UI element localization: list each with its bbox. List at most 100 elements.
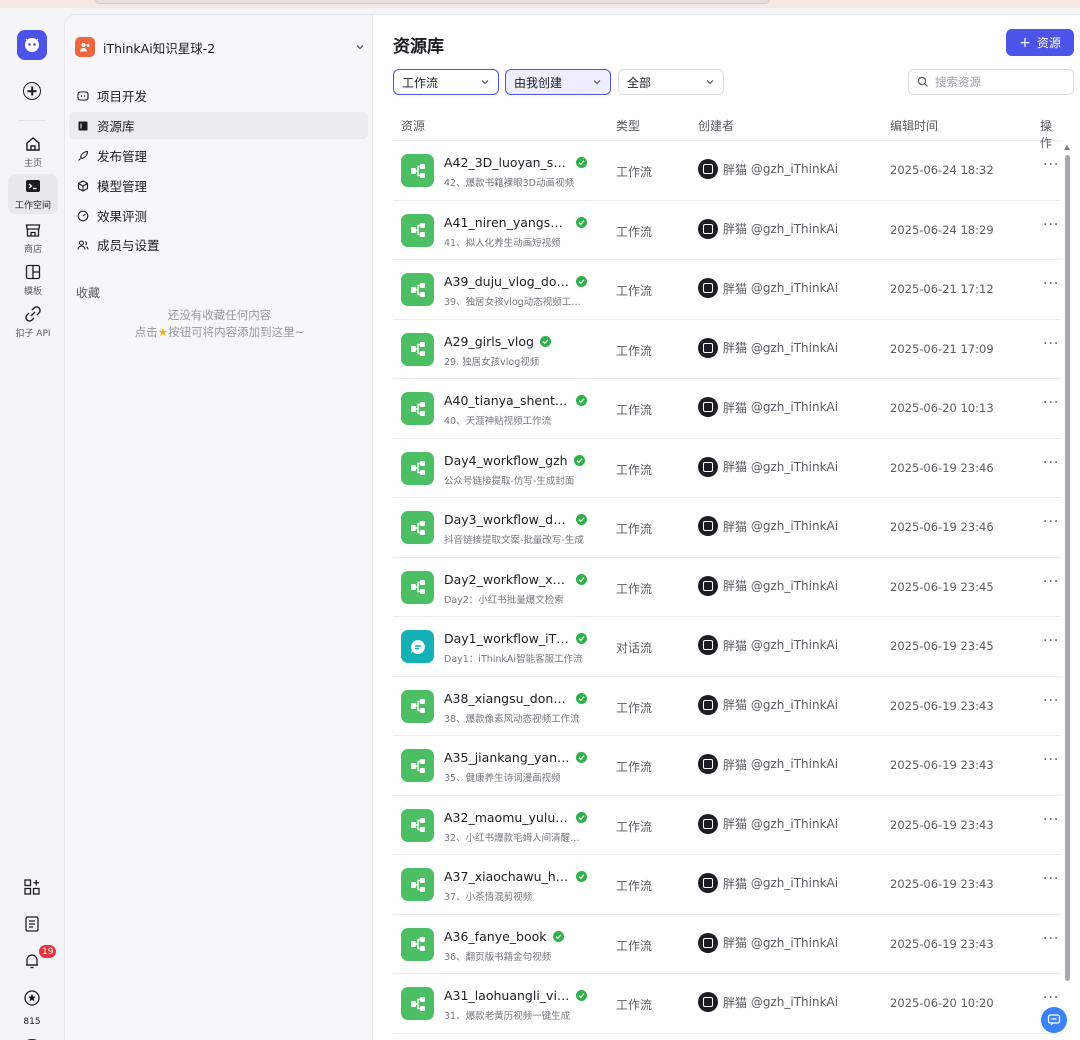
resource-table: A42_3D_luoyan_shujia_workflow 42、爆款书籍裸眼3D… <box>393 141 1061 1034</box>
more-actions-icon[interactable]: ··· <box>1043 693 1059 709</box>
more-actions-icon[interactable]: ··· <box>1043 812 1059 828</box>
apps-grid-icon[interactable] <box>23 878 41 896</box>
verified-check-icon <box>576 276 587 287</box>
table-row[interactable]: Day4_workflow_gzh 公众号链接提取-仿写-生成封面 工作流 胖猫 @g… <box>393 439 1061 498</box>
table-row[interactable]: A29_girls_vlog 29. 独居女孩vlog视频 工作流 胖猫 @gzh_i… <box>393 320 1061 379</box>
resource-description: 31、爆款老黄历视频一键生成 <box>444 1011 571 1022</box>
verified-check-icon <box>573 454 585 466</box>
nav-item-projects[interactable]: 项目开发 <box>69 82 368 109</box>
table-row[interactable]: Day3_workflow_dy_copy 抖音链接提取文案-批量改写-生成 工作流… <box>393 498 1061 558</box>
more-actions-icon[interactable]: ··· <box>1043 871 1059 887</box>
rocket-icon <box>78 150 89 161</box>
more-actions-icon[interactable]: ··· <box>1043 217 1059 233</box>
creator-name: 胖猫 <box>723 222 748 236</box>
table-row[interactable]: A41_niren_yangsheng_workflow 41、拟人化养生动画短视… <box>393 201 1061 260</box>
more-actions-icon[interactable]: ··· <box>1043 514 1059 530</box>
rail-item-store[interactable]: 商店 <box>8 218 58 258</box>
resource-type: 工作流 <box>616 165 653 179</box>
type-filter-select[interactable]: 工作流 <box>393 69 499 95</box>
table-row[interactable]: A39_duju_vlog_dongtai_workflow 39、独居女孩vlo… <box>393 260 1061 320</box>
rail-item-workspace[interactable]: 工作空间 <box>8 174 58 214</box>
verified-check-icon <box>576 811 587 823</box>
table-row[interactable]: A40_tianya_shentie_workflow 40、天涯神贴视频工作流 工… <box>393 379 1061 439</box>
table-row[interactable]: A35_jiankang_yangsheng_workflow 35、健康养生诗词… <box>393 736 1061 796</box>
points-star-icon[interactable] <box>23 989 41 1007</box>
more-actions-icon[interactable]: ··· <box>1043 633 1059 649</box>
resource-description: 38、爆款像素风动态视频工作流 <box>444 713 580 725</box>
nav-item-members[interactable]: 成员与设置 <box>69 231 368 258</box>
document-icon[interactable] <box>23 915 41 933</box>
creator-name: 胖猫 <box>723 638 748 653</box>
resource-type: 工作流 <box>616 879 653 893</box>
more-actions-icon[interactable]: ··· <box>1043 574 1059 590</box>
edit-time: 2025-06-19 23:46 <box>890 460 994 475</box>
rail-item-api[interactable]: 扣子 API <box>8 302 58 342</box>
creator-handle: @gzh_iThinkAi <box>750 995 839 1009</box>
edit-time: 2025-06-24 18:29 <box>890 222 994 237</box>
resource-name-text: A32_maomu_yulu_tuwen <box>444 809 570 825</box>
more-actions-icon[interactable]: ··· <box>1043 752 1059 768</box>
creator: 胖猫 @gzh_iThinkAi <box>698 694 838 715</box>
table-row[interactable]: A37_xiaochawu_hunjian 37、小茶悟混剪视频 工作流 胖猫 @gz… <box>393 855 1061 915</box>
nav-label: 资源库 <box>97 119 135 134</box>
resource-type: 工作流 <box>616 760 653 774</box>
rail-item-templates[interactable]: 模板 <box>8 260 58 300</box>
creator-avatar <box>698 813 718 834</box>
resource-description: 36、翻页版书籍金句视频 <box>444 951 552 963</box>
resource-type: 工作流 <box>616 462 653 477</box>
rail-label: 扣子 API <box>15 329 51 339</box>
table-row[interactable]: A32_maomu_yulu_tuwen 32、小红书爆款毛姆人间清醒语录 工作流 胖… <box>393 796 1061 855</box>
resource-name-text: A41_niren_yangsheng_workflow <box>444 214 570 230</box>
more-actions-icon[interactable]: ··· <box>1043 931 1059 947</box>
table-row[interactable]: Day2_workflow_xhs_search Day2：小红书批量爆文检索 工作… <box>393 558 1061 617</box>
scroll-up-icon[interactable] <box>1064 145 1070 150</box>
edit-time: 2025-06-24 18:32 <box>890 163 994 177</box>
resource-name: A29_girls_vlog <box>444 334 551 349</box>
home-icon <box>26 137 40 151</box>
resource-name: Day1_workflow_iThinkAi <box>444 631 587 646</box>
search-box[interactable] <box>908 69 1074 95</box>
nav-item-publish[interactable]: 发布管理 <box>69 142 368 169</box>
creator-name: 胖猫 <box>723 400 748 415</box>
rail-divider <box>18 120 46 121</box>
space-selector[interactable]: iThinkAi知识星球-2 <box>75 33 365 61</box>
creator-avatar <box>698 932 718 953</box>
table-row[interactable]: Day1_workflow_iThinkAi Day1：iThinkAi智能客服工… <box>393 617 1061 677</box>
more-actions-icon[interactable]: ··· <box>1043 157 1059 173</box>
search-input[interactable] <box>935 75 1065 89</box>
rail-item-home[interactable]: 主页 <box>8 132 58 172</box>
creator: 胖猫 @gzh_iThinkAi <box>698 754 838 774</box>
creator: 胖猫 @gzh_iThinkAi <box>698 575 838 596</box>
resource-name: A35_jiankang_yangsheng_workflow <box>444 750 587 765</box>
verified-check-icon <box>576 692 587 704</box>
chevron-down-icon <box>706 80 714 85</box>
more-actions-icon[interactable]: ··· <box>1043 455 1059 471</box>
more-actions-icon[interactable]: ··· <box>1043 395 1059 411</box>
workflow-icon <box>401 868 434 901</box>
table-row[interactable]: A31_laohuangli_video 31、爆款老黄历视频一键生成 工作流 胖猫 … <box>393 974 1061 1034</box>
table-row[interactable]: A38_xiangsu_dongtai_workflow 38、爆款像素风动态视频… <box>393 677 1061 736</box>
create-plus-icon[interactable] <box>23 82 41 100</box>
workflow-icon <box>401 332 434 366</box>
owner-filter-select[interactable]: 由我创建 <box>505 69 611 95</box>
table-row[interactable]: A42_3D_luoyan_shujia_workflow 42、爆款书籍裸眼3D… <box>393 141 1061 201</box>
add-resource-button[interactable]: + 资源 <box>1006 29 1074 56</box>
chevron-down-icon <box>356 45 364 50</box>
status-filter-select[interactable]: 全部 <box>618 69 724 95</box>
verified-check-icon <box>576 514 587 525</box>
more-actions-icon[interactable]: ··· <box>1043 276 1059 292</box>
more-actions-icon[interactable]: ··· <box>1043 990 1059 1006</box>
nav-item-models[interactable]: 模型管理 <box>69 172 368 199</box>
chat-help-button[interactable] <box>1041 1007 1067 1033</box>
more-actions-icon[interactable]: ··· <box>1043 336 1059 352</box>
scrollbar[interactable] <box>1065 155 1070 981</box>
creator-avatar <box>698 397 718 417</box>
creator-avatar <box>698 218 718 239</box>
nav-item-library[interactable]: 资源库 <box>69 112 368 139</box>
resource-name-text: A35_jiankang_yangsheng_workflow <box>444 750 570 765</box>
library-icon <box>78 121 88 130</box>
nav-item-evaluation[interactable]: 效果评测 <box>69 202 368 229</box>
creator-handle: @gzh_iThinkAi <box>750 459 839 474</box>
table-row[interactable]: A36_fanye_book 36、翻页版书籍金句视频 工作流 胖猫 @gzh_iTh… <box>393 915 1061 974</box>
coze-logo-icon[interactable] <box>17 30 47 60</box>
